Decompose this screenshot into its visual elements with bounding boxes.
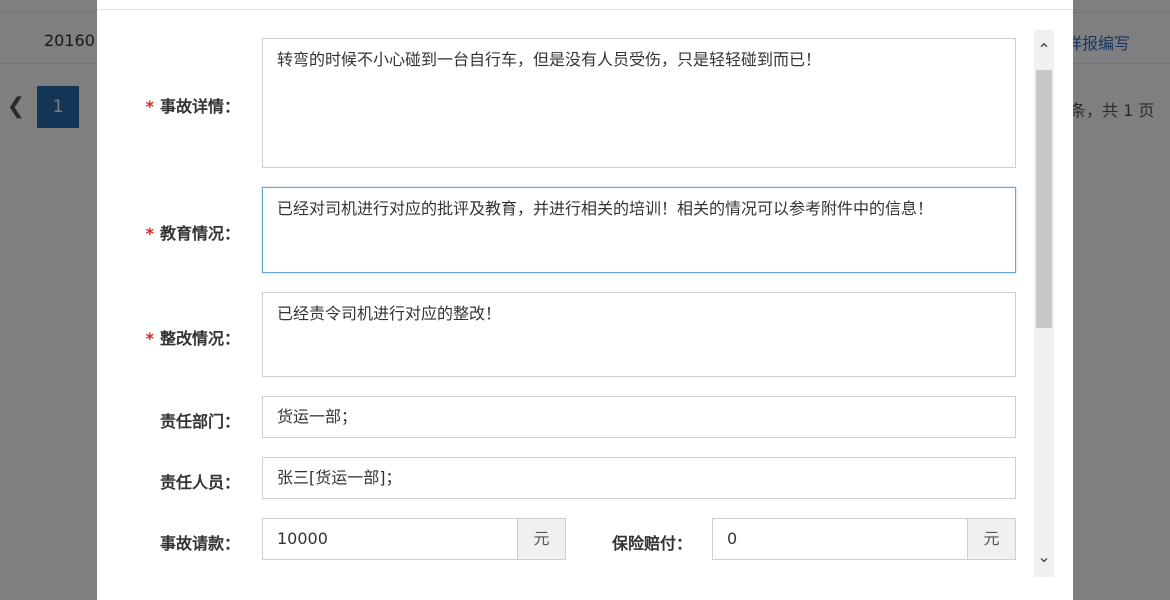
- modal-scrollbar[interactable]: ⌃ ⌄: [1034, 30, 1054, 577]
- required-mark: *: [145, 329, 154, 348]
- responsible-person-field[interactable]: 张三[货运一部]；: [262, 457, 1016, 499]
- rectification-textarea[interactable]: 已经责令司机进行对应的整改！: [262, 292, 1016, 377]
- modal-header-divider: [97, 9, 1073, 10]
- chevron-up-icon[interactable]: ⌃: [1034, 30, 1054, 70]
- chevron-down-icon[interactable]: ⌄: [1034, 537, 1054, 577]
- accident-details-label: * 事故详情：: [145, 97, 240, 116]
- insurance-payment-unit: 元: [968, 518, 1016, 560]
- insurance-payment-input[interactable]: 0: [712, 518, 968, 560]
- accident-details-textarea[interactable]: 转弯的时候不小心碰到一台自行车，但是没有人员受伤，只是轻轻碰到而已！: [262, 38, 1016, 168]
- accident-claim-input[interactable]: 10000: [262, 518, 518, 560]
- accident-report-modal: * 事故详情： 转弯的时候不小心碰到一台自行车，但是没有人员受伤，只是轻轻碰到而已…: [97, 0, 1073, 600]
- responsible-dept-label: 责任部门：: [159, 412, 240, 431]
- education-textarea[interactable]: 已经对司机进行对应的批评及教育，并进行相关的培训！相关的情况可以参考附件中的信息…: [262, 187, 1016, 273]
- responsible-dept-field[interactable]: 货运一部；: [262, 396, 1016, 438]
- required-mark: *: [145, 97, 154, 116]
- accident-claim-label: 事故请款：: [159, 534, 240, 553]
- responsible-person-label: 责任人员：: [159, 473, 240, 492]
- rectification-label: * 整改情况：: [145, 329, 240, 348]
- required-mark: *: [145, 224, 154, 243]
- insurance-payment-label: 保险赔付：: [611, 534, 692, 553]
- scrollbar-thumb[interactable]: [1036, 70, 1052, 328]
- education-label: * 教育情况：: [145, 224, 240, 243]
